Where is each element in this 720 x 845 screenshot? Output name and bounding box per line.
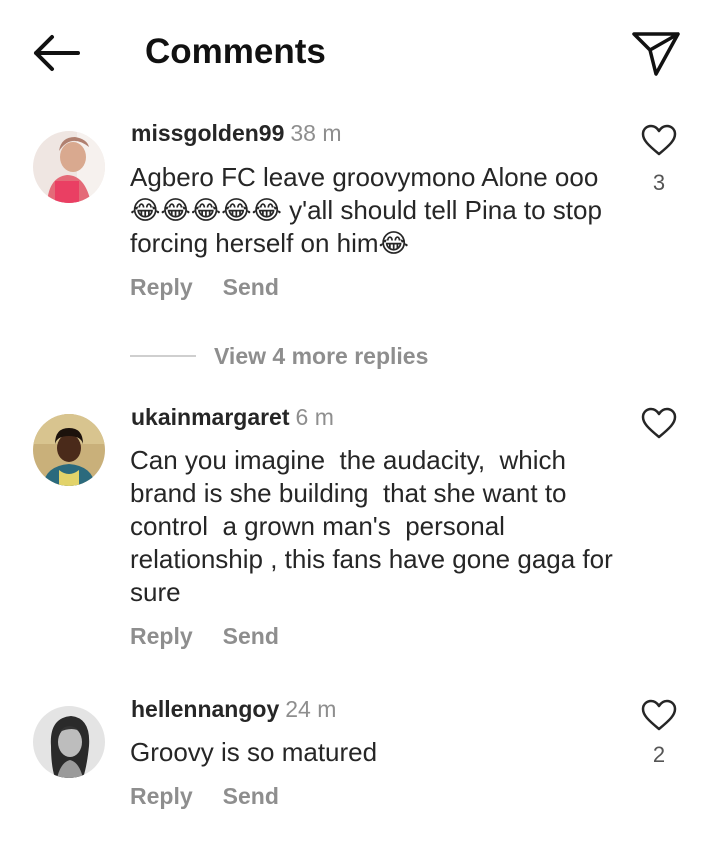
arrow-left-icon [34, 35, 80, 71]
comment-actions: Reply Send [130, 272, 279, 302]
likes-count: 3 [652, 170, 666, 195]
page-title: Comments [145, 32, 326, 71]
share-button[interactable] [630, 28, 682, 78]
view-replies-label[interactable]: View 4 more replies [214, 341, 428, 371]
comment-text: Groovy is so matured [130, 736, 620, 769]
send-button[interactable]: Send [223, 623, 279, 649]
send-button[interactable]: Send [223, 783, 279, 809]
comment-meta: hellennangoy 24 m [131, 694, 336, 724]
like-button[interactable] [640, 698, 678, 732]
comment-meta: ukainmargaret 6 m [131, 402, 334, 432]
avatar-image [33, 414, 105, 486]
username[interactable]: hellennangoy [131, 696, 279, 722]
heart-outline-icon [641, 407, 677, 439]
timestamp: 24 m [285, 696, 337, 722]
header-bar: Comments [0, 0, 720, 105]
back-button[interactable] [30, 30, 82, 76]
avatar-image [33, 131, 105, 203]
username[interactable]: ukainmargaret [131, 404, 290, 430]
send-button[interactable]: Send [223, 274, 279, 300]
like-button[interactable] [640, 123, 678, 157]
likes-count: 2 [652, 742, 666, 767]
reply-button[interactable]: Reply [130, 274, 193, 300]
replies-divider [130, 355, 196, 357]
username[interactable]: missgolden99 [131, 120, 284, 146]
heart-outline-icon [641, 124, 677, 156]
like-button[interactable] [640, 406, 678, 440]
comment-text-content: Agbero FC leave groovymono Alone ooo😂😂😂😂… [130, 162, 610, 258]
heart-outline-icon [641, 699, 677, 731]
paper-plane-icon [632, 32, 680, 76]
avatar-image [33, 706, 105, 778]
reply-button[interactable]: Reply [130, 783, 193, 809]
comment-text-content: Can you imagine the audacity, which bran… [130, 445, 620, 607]
comment-meta: missgolden99 38 m [131, 118, 342, 148]
reply-button[interactable]: Reply [130, 623, 193, 649]
comment-text: Agbero FC leave groovymono Alone ooo😂😂😂😂… [130, 161, 620, 260]
comment-actions: Reply Send [130, 781, 279, 811]
avatar[interactable] [33, 706, 105, 778]
comment-text: Can you imagine the audacity, which bran… [130, 444, 620, 609]
timestamp: 6 m [295, 404, 334, 430]
comment-actions: Reply Send [130, 621, 279, 651]
timestamp: 38 m [290, 120, 342, 146]
avatar[interactable] [33, 414, 105, 486]
comment-text-content: Groovy is so matured [130, 737, 378, 767]
avatar[interactable] [33, 131, 105, 203]
